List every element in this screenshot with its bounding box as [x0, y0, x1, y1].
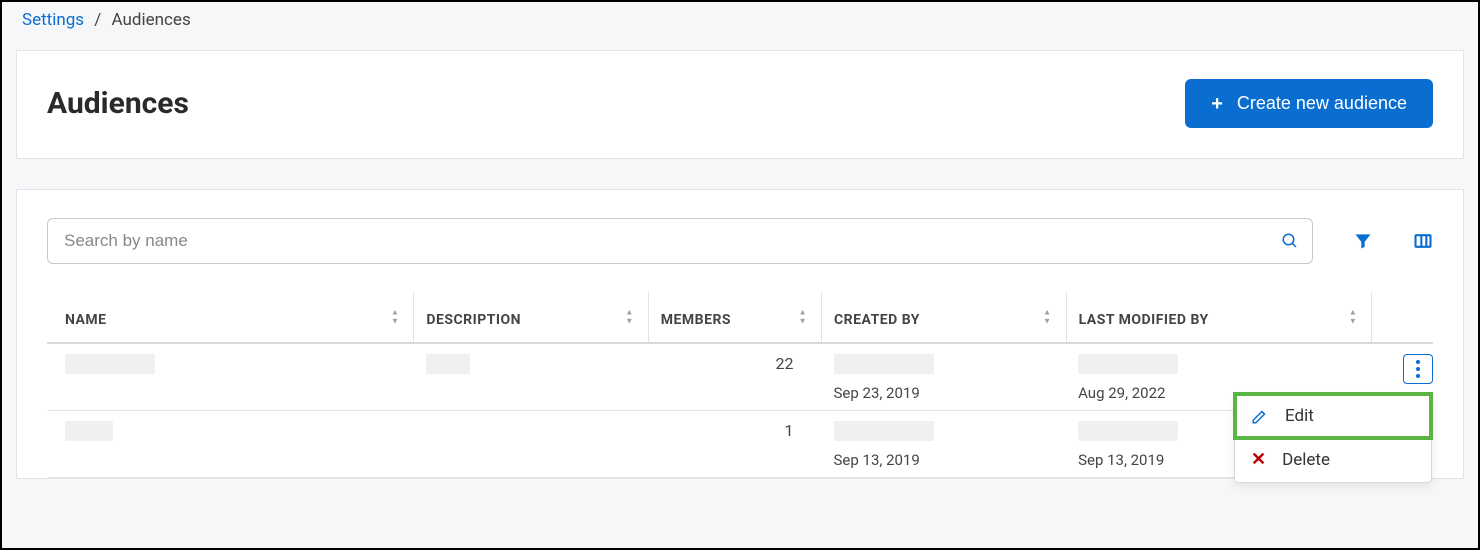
pencil-icon — [1251, 407, 1269, 425]
sort-icon: ▲▼ — [625, 309, 633, 326]
filter-icon[interactable] — [1353, 231, 1373, 251]
breadcrumb-separator: / — [94, 10, 101, 30]
close-icon: ✕ — [1251, 451, 1266, 469]
breadcrumb: Settings / Audiences — [2, 2, 1478, 38]
col-name[interactable]: NAME ▲▼ — [47, 292, 414, 343]
redacted-text — [1078, 354, 1178, 374]
redacted-text — [1078, 421, 1178, 441]
sort-icon: ▲▼ — [799, 309, 807, 326]
cell-actions: Edit ✕ Delete — [1372, 344, 1433, 392]
redacted-text — [65, 421, 113, 441]
row-actions-menu: Edit ✕ Delete — [1234, 393, 1432, 483]
col-last-modified-by-label: LAST MODIFIED BY — [1079, 312, 1209, 328]
menu-edit-label: Edit — [1285, 406, 1314, 426]
col-members[interactable]: MEMBERS ▲▼ — [648, 292, 821, 343]
sort-icon: ▲▼ — [1349, 309, 1357, 326]
redacted-text — [65, 354, 155, 374]
menu-item-delete[interactable]: ✕ Delete — [1235, 438, 1431, 482]
cell-description — [414, 343, 648, 411]
col-description[interactable]: DESCRIPTION ▲▼ — [414, 292, 648, 343]
cell-created-by: Sep 23, 2019 — [822, 343, 1067, 411]
toolbar — [47, 218, 1433, 264]
plus-icon: + — [1211, 94, 1223, 114]
sort-icon: ▲▼ — [391, 309, 399, 326]
cell-name — [47, 343, 414, 411]
table-row: 1 Sep 13, 2019 Sep 13, 2019 — [47, 411, 1433, 478]
create-new-audience-button[interactable]: + Create new audience — [1185, 79, 1433, 128]
main-panel: NAME ▲▼ DESCRIPTION ▲▼ MEMBERS ▲▼ CREATE… — [16, 189, 1464, 479]
create-button-label: Create new audience — [1237, 93, 1407, 114]
cell-members: 22 — [648, 343, 821, 411]
page-header: Audiences + Create new audience — [16, 50, 1464, 159]
search-input[interactable] — [47, 218, 1313, 264]
cell-name — [47, 411, 414, 478]
cell-created-by: Sep 13, 2019 — [822, 411, 1067, 478]
redacted-text — [834, 421, 934, 441]
redacted-text — [426, 354, 470, 374]
sort-icon: ▲▼ — [1043, 309, 1051, 326]
kebab-icon — [1416, 360, 1420, 378]
table-row: 22 Sep 23, 2019 Aug 29, 2022 — [47, 343, 1433, 411]
columns-icon[interactable] — [1413, 231, 1433, 251]
page-title: Audiences — [47, 86, 189, 121]
row-actions-button[interactable]: Edit ✕ Delete — [1403, 354, 1433, 384]
col-created-by[interactable]: CREATED BY ▲▼ — [822, 292, 1067, 343]
created-date: Sep 23, 2019 — [834, 384, 1055, 402]
cell-members: 1 — [648, 411, 821, 478]
menu-item-edit[interactable]: Edit — [1235, 394, 1431, 438]
menu-delete-label: Delete — [1282, 450, 1330, 470]
col-actions — [1372, 292, 1433, 343]
breadcrumb-current: Audiences — [112, 10, 191, 30]
col-created-by-label: CREATED BY — [834, 312, 920, 328]
breadcrumb-settings-link[interactable]: Settings — [22, 10, 84, 30]
search-icon[interactable] — [1281, 232, 1299, 250]
search-wrap — [47, 218, 1313, 264]
redacted-text — [834, 354, 934, 374]
col-description-label: DESCRIPTION — [426, 312, 521, 328]
col-members-label: MEMBERS — [661, 312, 731, 328]
created-date: Sep 13, 2019 — [834, 451, 1055, 469]
cell-description — [414, 411, 648, 478]
col-name-label: NAME — [65, 312, 107, 328]
audiences-table: NAME ▲▼ DESCRIPTION ▲▼ MEMBERS ▲▼ CREATE… — [47, 292, 1433, 478]
col-last-modified-by[interactable]: LAST MODIFIED BY ▲▼ — [1066, 292, 1372, 343]
